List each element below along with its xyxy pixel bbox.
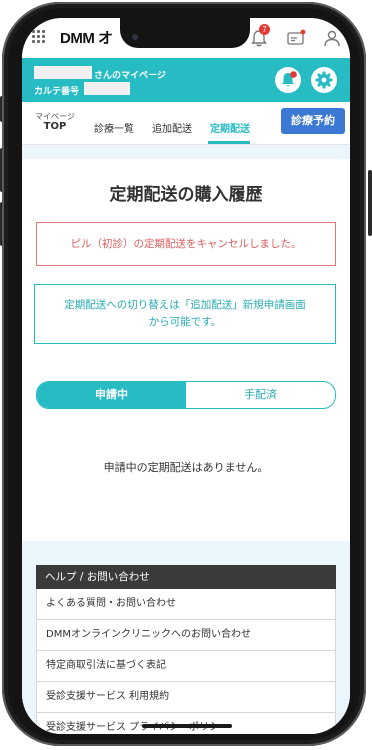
nav-mypage-top[interactable]: TOP [32, 121, 78, 132]
camera [132, 34, 138, 40]
notification-button[interactable] [275, 67, 301, 93]
info-notice: 定期配送への切り替えは「追加配送」新規申請画面 から可能です。 [34, 284, 336, 344]
page-title: 定期配送の購入履歴 [109, 185, 263, 205]
nav-consultation-list[interactable]: 診療一覧 [90, 120, 138, 135]
help-section: ヘルプ / お問い合わせ よくある質問・お問い合わせ DMMオンラインクリニック… [36, 565, 336, 734]
gear-icon [315, 71, 333, 89]
info-line-1: 定期配送への切り替えは「追加配送」新規申請画面 [64, 299, 306, 311]
home-indicator [142, 724, 232, 728]
help-header: ヘルプ / お問い合わせ [36, 565, 336, 589]
screen: DMM オ 7 さんのマイページ カルテ番号 マイページ TOP 診療一覧 追加… [22, 18, 350, 734]
logo[interactable]: DMM オ [60, 27, 113, 48]
bell-icon [282, 71, 297, 87]
nav-active-indicator [208, 141, 250, 144]
card-icon[interactable] [286, 28, 306, 48]
help-item-contact[interactable]: DMMオンラインクリニックへのお問い合わせ [36, 620, 336, 651]
notification-badge: 7 [259, 24, 270, 35]
tab-arranged[interactable]: 手配済 [186, 382, 335, 408]
user-icon[interactable] [322, 28, 342, 48]
reserve-button[interactable]: 診療予約 [281, 108, 345, 134]
mypage-label: さんのマイページ [94, 71, 166, 81]
menu-grid-icon[interactable] [32, 30, 46, 44]
cancel-alert: ピル（初診）の定期配送をキャンセルしました。 [36, 222, 336, 266]
user-name-redacted [34, 66, 92, 79]
status-toggle: 申請中 手配済 [36, 381, 336, 409]
help-item-commerce-law[interactable]: 特定商取引法に基づく表記 [36, 651, 336, 682]
tab-applying[interactable]: 申請中 [37, 382, 186, 408]
nav-additional-delivery[interactable]: 追加配送 [148, 120, 196, 135]
help-item-terms[interactable]: 受診支援サービス 利用規約 [36, 682, 336, 713]
phone-frame: DMM オ 7 さんのマイページ カルテ番号 マイページ TOP 診療一覧 追加… [0, 0, 372, 750]
info-line-2: から可能です。 [148, 316, 222, 328]
nav-regular-delivery[interactable]: 定期配送 [206, 120, 254, 135]
settings-button[interactable] [311, 67, 337, 93]
karte-number-redacted [84, 82, 130, 95]
power-button [368, 170, 372, 236]
notch [120, 18, 250, 48]
empty-message: 申請中の定期配送はありません。 [103, 461, 269, 474]
help-item-faq[interactable]: よくある質問・お問い合わせ [36, 589, 336, 620]
karte-number-label: カルテ番号 [34, 87, 80, 97]
